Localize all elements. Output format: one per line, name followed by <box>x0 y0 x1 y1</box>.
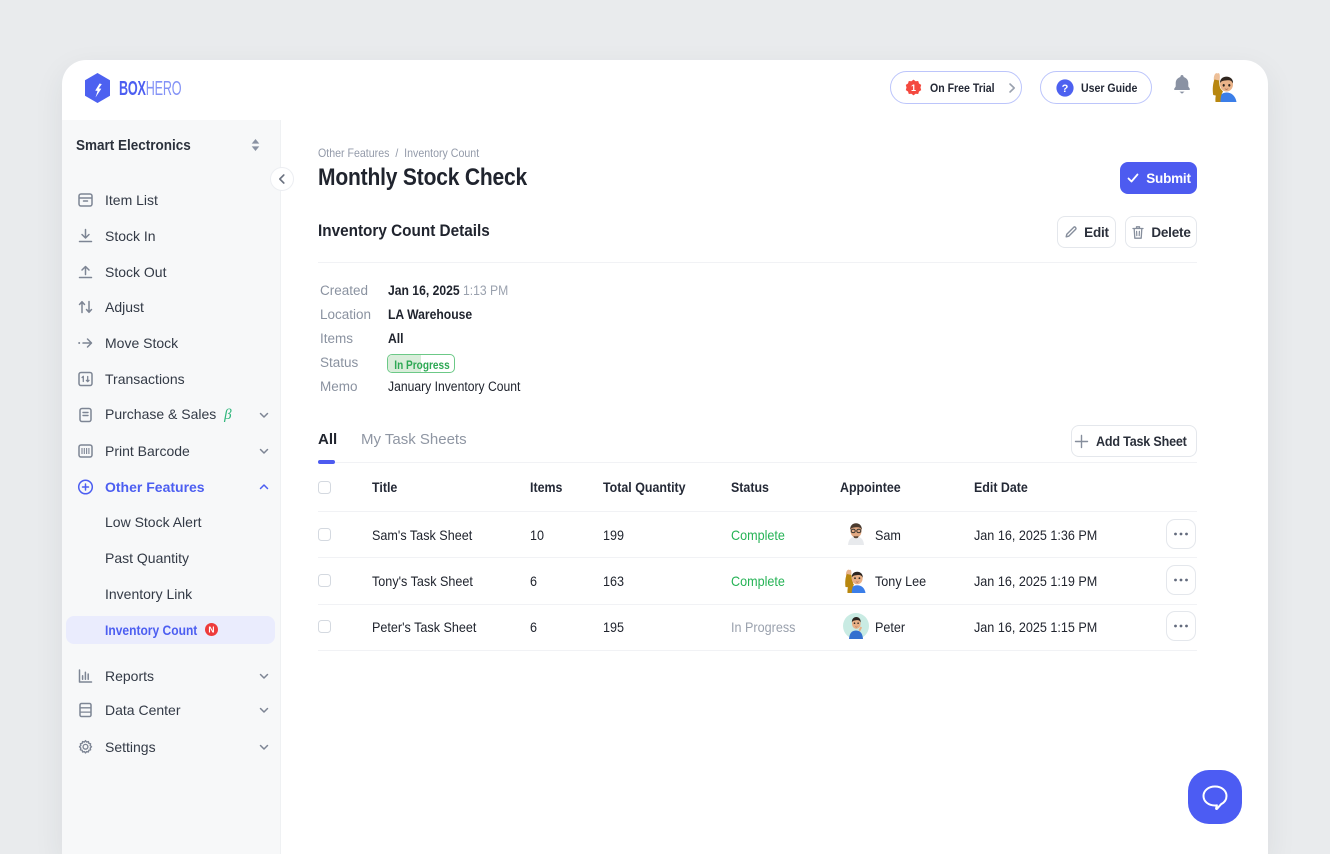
svg-text:1: 1 <box>911 83 916 93</box>
svg-text:N: N <box>208 625 214 635</box>
svg-text:?: ? <box>1062 83 1069 95</box>
